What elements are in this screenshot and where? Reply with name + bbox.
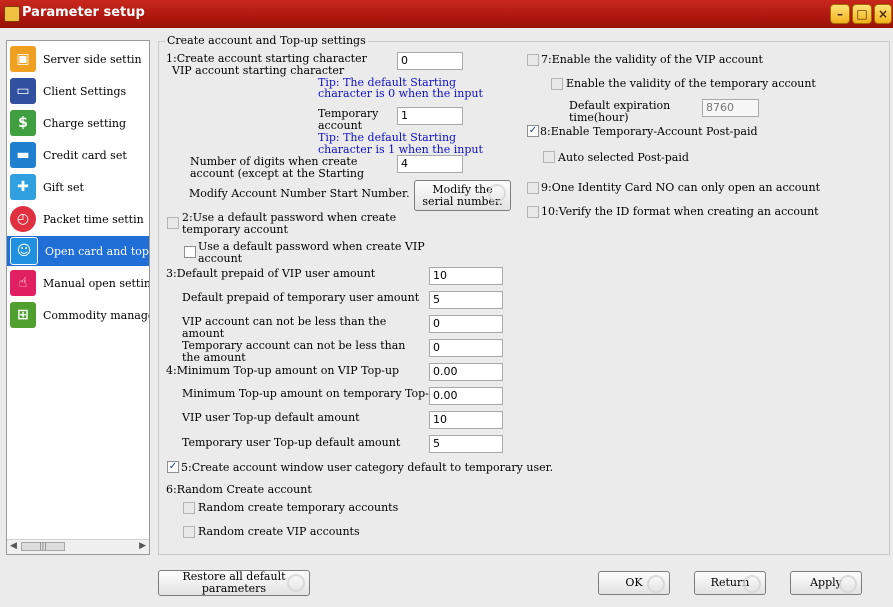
ok-button[interactable]: OK	[598, 571, 670, 595]
temp-topup-default-input[interactable]: 5	[429, 435, 503, 453]
verify-id-checkbox[interactable]	[527, 206, 539, 218]
temp-min-topup-input[interactable]: 0.00	[429, 387, 503, 405]
scroll-right-icon[interactable]: ▶	[139, 541, 146, 551]
default-password-vip-checkbox[interactable]	[184, 246, 196, 258]
id-card-icon: ☺	[10, 237, 38, 265]
vip-prepaid-input[interactable]: 10	[429, 267, 503, 285]
section-5-label: 5:Create account window user category de…	[181, 461, 554, 474]
credit-card-icon: ▬	[10, 142, 36, 168]
expiration-input[interactable]: 8760	[702, 99, 759, 117]
sidebar-item-label: Packet time settin	[43, 212, 144, 226]
section-8-label: 8:Enable Temporary-Account Post-paid	[540, 125, 758, 138]
sidebar: ▣ Server side settin ▭ Client Settings $…	[6, 40, 150, 555]
digits-input[interactable]: 4	[397, 155, 463, 173]
sidebar-item-charge[interactable]: $ Charge setting	[7, 108, 149, 138]
temp-prepaid-label: Default prepaid of temporary user amount	[182, 291, 420, 304]
vip-validity-checkbox[interactable]	[527, 54, 539, 66]
sidebar-item-label: Gift set	[43, 180, 84, 194]
vip-password-label-2: account	[198, 252, 243, 265]
sidebar-item-label: Open card and top	[45, 244, 149, 258]
vip-min-input[interactable]: 0	[429, 315, 503, 333]
scroll-left-icon[interactable]: ◀	[10, 541, 17, 551]
charge-icon: $	[10, 110, 36, 136]
restore-defaults-button[interactable]: Restore all default parameters	[158, 570, 310, 596]
sidebar-item-label: Commodity manageme	[43, 308, 149, 322]
auto-postpaid-label: Auto selected Post-paid	[558, 151, 689, 164]
sidebar-item-label: Charge setting	[43, 116, 127, 130]
auto-postpaid-checkbox[interactable]	[543, 151, 555, 163]
temp-min-label-2: the amount	[182, 351, 246, 364]
maximize-button[interactable]: □	[852, 4, 872, 24]
sidebar-item-packet-time[interactable]: ◴ Packet time settin	[7, 204, 149, 234]
sidebar-item-manual-open[interactable]: ☝ Manual open settin	[7, 268, 150, 298]
temp-topup-default-label: Temporary user Top-up default amount	[182, 436, 401, 449]
window-title: Parameter setup	[22, 5, 145, 20]
random-temp-label: Random create temporary accounts	[198, 501, 399, 514]
random-temp-checkbox[interactable]	[183, 502, 195, 514]
app-icon	[4, 6, 20, 22]
sidebar-item-label: Manual open settin	[43, 276, 150, 290]
random-vip-checkbox[interactable]	[183, 526, 195, 538]
apply-button[interactable]: Apply	[790, 571, 862, 595]
temp-min-input[interactable]: 0	[429, 339, 503, 357]
section-3-label: 3:Default prepaid of VIP user amount	[166, 267, 376, 280]
tip-1-line-2: character is 0 when the input	[318, 87, 483, 100]
server-icon: ▣	[10, 46, 36, 72]
sidebar-horizontal-scrollbar[interactable]: ◀ ||| ▶	[7, 539, 149, 554]
expiration-label-2: time(hour)	[569, 111, 629, 124]
temp-prepaid-input[interactable]: 5	[429, 291, 503, 309]
temp-validity-checkbox[interactable]	[551, 78, 563, 90]
sidebar-item-client[interactable]: ▭ Client Settings	[7, 76, 149, 106]
section-6-label: 6:Random Create account	[166, 483, 312, 496]
temp-min-topup-label: Minimum Top-up amount on temporary Top-u…	[182, 387, 444, 400]
sidebar-item-label: Server side settin	[43, 52, 142, 66]
temp-start-input[interactable]: 1	[397, 107, 463, 125]
section-10-label: 10:Verify the ID format when creating an…	[541, 205, 819, 218]
modify-button-line-2: serial number.	[422, 194, 503, 208]
sidebar-item-gift[interactable]: ✚ Gift set	[7, 172, 149, 202]
monitor-icon: ▭	[10, 78, 36, 104]
random-vip-label: Random create VIP accounts	[198, 525, 360, 538]
gift-icon: ✚	[10, 174, 36, 200]
default-password-temp-checkbox[interactable]	[167, 217, 179, 229]
close-button[interactable]: ×	[874, 4, 892, 24]
clock-icon: ◴	[10, 206, 36, 232]
cart-icon: ⊞	[10, 302, 36, 328]
section-7-label: 7:Enable the validity of the VIP account	[541, 53, 763, 66]
temp-validity-label: Enable the validity of the temporary acc…	[566, 77, 816, 90]
restore-button-line-2: parameters	[201, 582, 267, 595]
sidebar-item-commodity[interactable]: ⊞ Commodity manageme	[7, 300, 149, 330]
sidebar-item-credit-card[interactable]: ▬ Credit card set	[7, 140, 149, 170]
vip-start-input[interactable]: 0	[397, 52, 463, 70]
section-4-label: 4:Minimum Top-up amount on VIP Top-up	[166, 364, 400, 377]
hand-icon: ☝	[10, 270, 36, 296]
modify-serial-number-button[interactable]: Modify the serial number.	[414, 180, 511, 211]
modify-button-line-1: Modify the	[432, 182, 493, 196]
modify-start-number-label: Modify Account Number Start Number.	[189, 187, 410, 200]
one-id-card-checkbox[interactable]	[527, 182, 539, 194]
vip-min-topup-input[interactable]: 0.00	[429, 363, 503, 381]
default-temp-user-checkbox[interactable]: ✓	[167, 461, 179, 473]
sidebar-item-label: Client Settings	[43, 84, 127, 98]
return-button[interactable]: Return	[694, 571, 766, 595]
minimize-button[interactable]: –	[830, 4, 850, 24]
section-2-label-2: temporary account	[182, 223, 288, 236]
digits-label-2: account (except at the Starting	[190, 167, 365, 180]
sidebar-item-open-card[interactable]: ☺ Open card and top	[7, 236, 149, 266]
vip-topup-default-input[interactable]: 10	[429, 411, 503, 429]
group-title: Create account and Top-up settings	[165, 34, 368, 47]
section-9-label: 9:One Identity Card NO can only open an …	[541, 181, 820, 194]
sidebar-item-label: Credit card set	[43, 148, 127, 162]
scrollbar-thumb[interactable]: |||	[21, 542, 65, 551]
sidebar-item-server[interactable]: ▣ Server side settin	[7, 44, 149, 74]
vip-topup-default-label: VIP user Top-up default amount	[182, 411, 360, 424]
temp-postpaid-checkbox[interactable]: ✓	[527, 125, 539, 137]
